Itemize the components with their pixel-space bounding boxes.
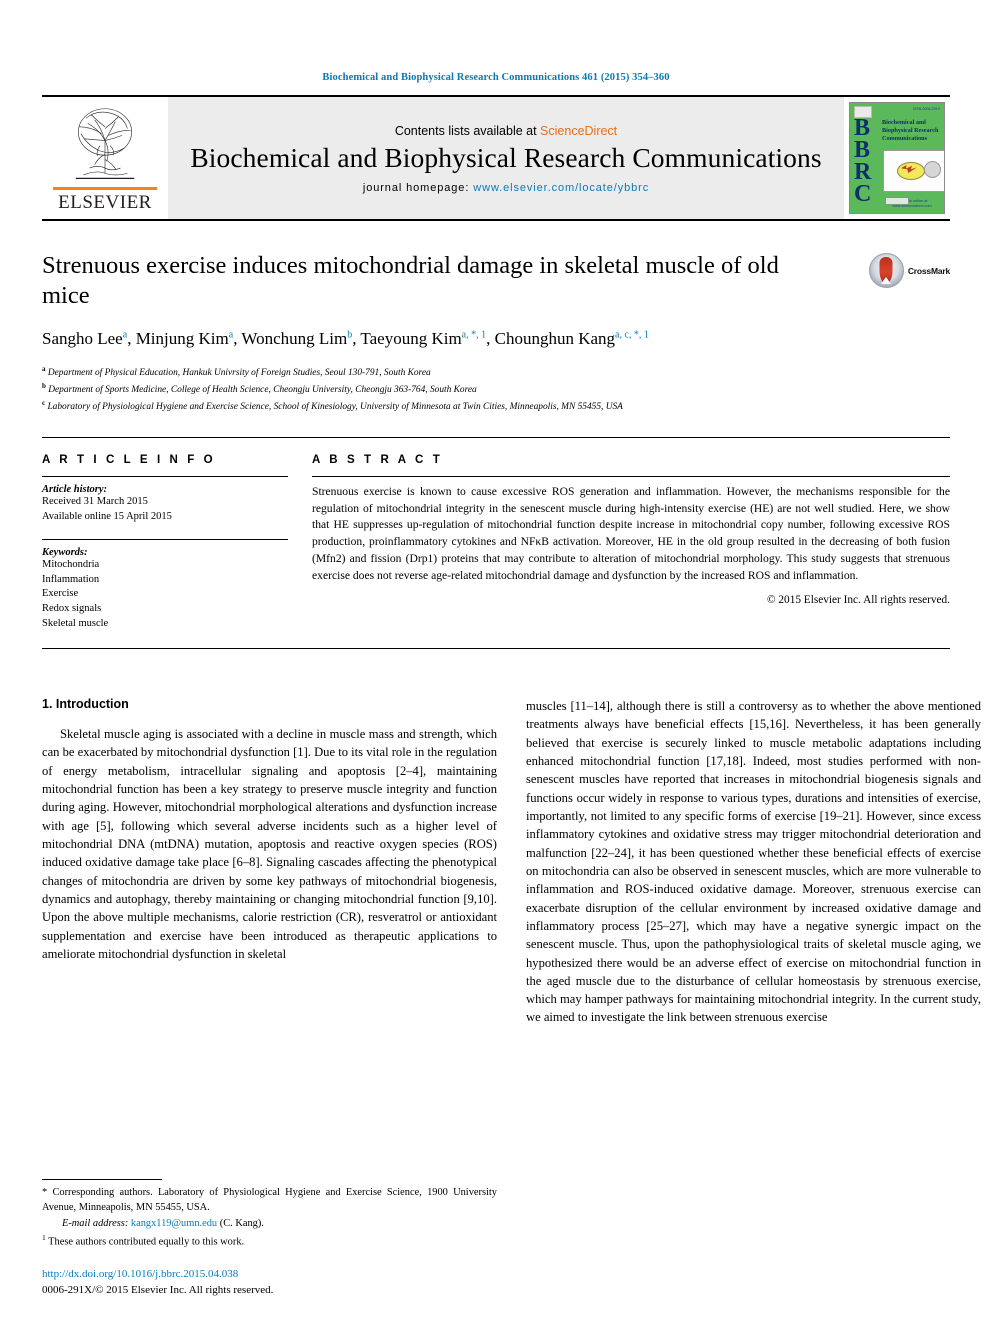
affiliation-item: a Department of Physical Education, Hank… [42,364,950,381]
homepage-prefix: journal homepage: [362,182,474,195]
running-head: Biochemical and Biophysical Research Com… [322,72,670,83]
cell-shape [924,161,941,178]
author-entry: Minjung Kima, [136,329,242,348]
abstract-rule [312,475,950,477]
author-name: Sangho Lee [42,329,123,349]
intro-paragraph-left: Skeletal muscle aging is associated with… [42,727,497,961]
section-heading-introduction: 1. Introduction [42,697,129,712]
keyword-item: Mitochondria [42,558,100,570]
author-marks: a, c, *, 1 [615,329,649,341]
article-info-column: A R T I C L E I N F O Article history: R… [42,454,288,632]
cover-image: ISSN 0006-291X BBRC Biochemical and Biop… [849,102,945,214]
homepage-url-link[interactable]: www.elsevier.com/locate/ybbrc [473,182,649,194]
author-name: Minjung Kim [135,329,229,349]
keyword-item: Inflammation [42,573,100,585]
info-abstract-section: A R T I C L E I N F O Article history: R… [42,436,950,632]
masthead-bottom-rule [42,219,950,221]
cover-badge [885,197,909,205]
author-list: Sangho Leea, Minjung Kima, Wonchung Limb… [42,327,832,350]
body-column-right: muscles [11–14], although there is still… [526,697,981,1027]
elsevier-wordmark: ELSEVIER [58,191,152,213]
footnote-marker-1: 1 [42,1232,46,1242]
crossmark-label: CrossMark [907,265,950,276]
elsevier-orange-rule [53,187,157,190]
affiliation-text: Department of Sports Medicine, College o… [48,384,477,395]
author-sep: , [127,329,136,349]
keyword-item: Skeletal muscle [42,618,109,630]
author-name: Taeyoung Kim [360,329,462,349]
footnote-block: * Corresponding authors. Laboratory of P… [42,1179,497,1251]
footnote-rule [42,1179,162,1181]
intro-paragraph-right: muscles [11–14], although there is still… [526,699,981,1025]
contents-prefix: Contents lists available at [394,123,541,138]
body-column-left: 1. Introduction Skeletal muscle aging is… [42,697,497,1027]
footnote-corresponding-text: Corresponding authors. Laboratory of Phy… [42,1187,497,1214]
email-label: E-mail address: [62,1218,129,1229]
doi-link[interactable]: http://dx.doi.org/10.1016/j.bbrc.2015.04… [42,1267,512,1283]
abstract-column: A B S T R A C T Strenuous exercise is kn… [312,454,950,632]
body-columns: 1. Introduction Skeletal muscle aging is… [42,697,981,1027]
abstract-text: Strenuous exercise is known to cause exc… [312,484,950,582]
keywords-label: Keywords: [42,546,88,558]
author-entry: Taeyoung Kima, *, 1, [360,329,494,348]
affiliation-mark: c [42,398,46,407]
affiliation-list: a Department of Physical Education, Hank… [42,364,950,415]
author-name: Chounghun Kang [494,329,616,349]
footnote-equal-text: These authors contributed equally to thi… [48,1236,245,1248]
crossmark-badge-group[interactable]: CrossMark [868,253,950,288]
cover-issn-text: ISSN 0006-291X [913,107,940,111]
title-block: CrossMark Strenuous exercise induces mit… [42,251,950,415]
article-history-label: Article history: [42,483,108,495]
elsevier-tree-icon [75,108,135,180]
author-entry: Chounghun Kanga, c, *, 1 [495,329,649,348]
cover-title-text: Biochemical and Biophysical Research Com… [882,119,939,142]
contents-available-line: Contents lists available at ScienceDirec… [395,124,617,138]
abstract-copyright: © 2015 Elsevier Inc. All rights reserved… [766,593,950,606]
journal-homepage-line: journal homepage: www.elsevier.com/locat… [363,182,649,194]
affiliation-text: Laboratory of Physiological Hygiene and … [47,401,623,412]
journal-masthead: ELSEVIER Contents lists available at Sci… [42,95,950,219]
keywords-rule [42,538,288,540]
masthead-center: Contents lists available at ScienceDirec… [168,97,844,219]
footnote-equal-contribution: 1 These authors contributed equally to t… [42,1233,497,1250]
cover-illustration [883,150,944,192]
affiliation-text: Department of Physical Education, Hankuk… [47,367,431,378]
abstract-heading: A B S T R A C T [312,453,443,466]
journal-title: Biochemical and Biophysical Research Com… [190,141,822,173]
journal-article-page: Biochemical and Biophysical Research Com… [0,0,992,1323]
author-entry: Wonchung Limb, [241,329,360,348]
article-history-online: Available online 15 April 2015 [42,510,172,522]
author-sep: , [486,329,495,349]
affiliation-item: b Department of Sports Medicine, College… [42,381,950,398]
email-link[interactable]: kangx119@umn.edu [131,1218,217,1229]
article-info-rule [42,475,288,477]
sciencedirect-link[interactable]: ScienceDirect [540,124,617,138]
article-info-heading: A R T I C L E I N F O [42,453,216,466]
keyword-item: Exercise [42,588,79,600]
article-history-received: Received 31 March 2015 [42,495,148,507]
author-marks: a, *, 1 [461,329,487,341]
affiliation-item: c Laboratory of Physiological Hygiene an… [42,398,950,415]
affiliation-mark: a [42,364,46,373]
elsevier-logo: ELSEVIER [42,97,168,219]
cover-acronym: BBRC [854,115,871,208]
footnote-email: E-mail address: kangx119@umn.edu (C. Kan… [42,1217,497,1232]
author-entry: Sangho Leea, [42,329,136,348]
email-owner: (C. Kang). [219,1218,264,1229]
asterisk-icon: * [42,1187,48,1199]
journal-cover-thumbnail: ISSN 0006-291X BBRC Biochemical and Biop… [844,97,950,219]
doi-block: http://dx.doi.org/10.1016/j.bbrc.2015.04… [42,1267,512,1299]
footnote-corresponding-author: * Corresponding authors. Laboratory of P… [42,1186,497,1216]
keyword-item: Redox signals [42,603,102,615]
issn-copyright-line: 0006-291X/© 2015 Elsevier Inc. All right… [42,1284,274,1297]
author-name: Wonchung Lim [241,329,348,349]
page-title: Strenuous exercise induces mitochondrial… [42,252,779,310]
abstract-bottom-rule [42,648,950,650]
crossmark-icon [868,253,904,288]
affiliation-mark: b [42,381,46,390]
